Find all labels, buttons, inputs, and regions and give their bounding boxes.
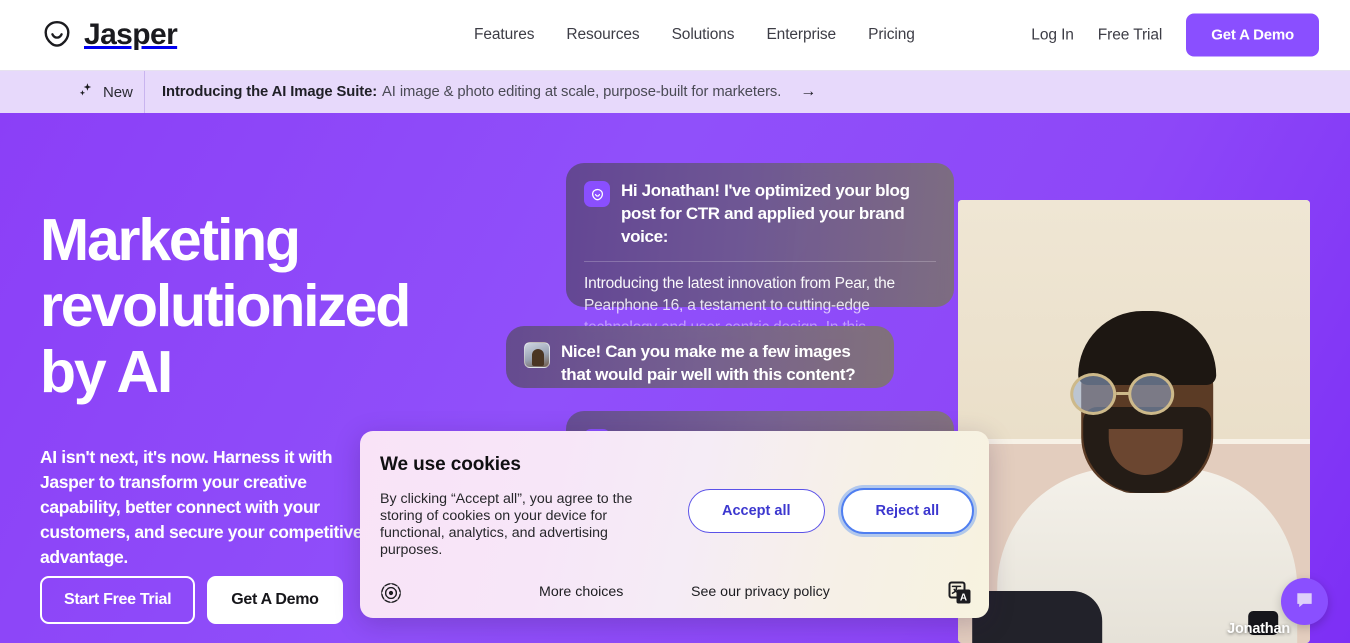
jasper-avatar-icon	[584, 181, 610, 207]
photo-person-jonathan	[972, 311, 1310, 643]
hero-get-a-demo-button[interactable]: Get A Demo	[207, 576, 343, 624]
hero-cta-group: Start Free Trial Get A Demo	[40, 576, 343, 624]
announcement-new-tag: New	[78, 82, 133, 102]
chat-bubble-icon	[1293, 588, 1316, 616]
reject-all-button[interactable]: Reject all	[840, 488, 975, 534]
eyeglasses-right-lens	[1128, 373, 1175, 415]
privacy-options-icon[interactable]	[380, 582, 402, 604]
accept-all-button[interactable]: Accept all	[688, 489, 825, 533]
sparkle-icon	[78, 82, 94, 102]
chat-widget-button[interactable]	[1281, 578, 1328, 625]
cookie-banner-footer: More choices See our privacy policy A	[360, 571, 989, 618]
hero-title: Marketing revolutionized by AI	[40, 207, 460, 405]
eyeglasses-left-lens	[1070, 373, 1117, 415]
translate-icon[interactable]: A	[948, 581, 972, 605]
announcement-banner[interactable]: New Introducing the AI Image Suite: AI i…	[0, 71, 1350, 113]
nav-right-actions: Log In Free Trial Get A Demo	[1031, 13, 1319, 57]
announcement-body: AI image & photo editing at scale, purpo…	[382, 84, 782, 100]
chat-bubble-user: Nice! Can you make me a few images that …	[506, 326, 894, 388]
cookie-banner-body: By clicking “Accept all”, you agree to t…	[380, 491, 633, 558]
hero-subtitle: AI isn't next, it's now. Harness it with…	[40, 447, 363, 567]
announcement-new-label: New	[103, 83, 133, 101]
cookie-banner-title: We use cookies	[380, 454, 521, 475]
nav-item-enterprise[interactable]: Enterprise	[766, 26, 836, 44]
arrow-right-icon: →	[800, 83, 817, 100]
privacy-policy-link[interactable]: See our privacy policy	[691, 584, 830, 600]
svg-text:A: A	[960, 592, 967, 603]
start-free-trial-button[interactable]: Start Free Trial	[40, 576, 196, 624]
nav-item-pricing[interactable]: Pricing	[868, 26, 915, 44]
jasper-smile-logo-icon	[40, 18, 74, 52]
chat-bubble-ai-primary: Hi Jonathan! I've optimized your blog po…	[566, 163, 954, 336]
top-navigation-bar: Jasper Features Resources Solutions Ente…	[0, 0, 1350, 71]
login-link[interactable]: Log In	[1031, 26, 1074, 44]
hero-title-line-3: by AI	[40, 339, 173, 405]
brand-name: Jasper	[84, 18, 178, 51]
announcement-headline: Introducing the AI Image Suite:	[162, 84, 378, 100]
announcement-divider	[144, 71, 145, 113]
hero-title-line-1: Marketing	[40, 207, 301, 273]
chat-bubble-user-text: Nice! Can you make me a few images that …	[561, 342, 856, 384]
user-avatar-icon	[524, 342, 550, 368]
chat-bubble-divider	[584, 261, 936, 262]
chat-bubble-ai-primary-text: Hi Jonathan! I've optimized your blog po…	[621, 181, 910, 246]
cookie-consent-banner: We use cookies By clicking “Accept all”,…	[360, 431, 989, 618]
nav-item-features[interactable]: Features	[474, 26, 534, 44]
free-trial-link[interactable]: Free Trial	[1098, 26, 1163, 44]
nav-item-solutions[interactable]: Solutions	[672, 26, 735, 44]
hero-photo-panel: Jonathan	[958, 200, 1310, 643]
get-a-demo-button[interactable]: Get A Demo	[1186, 13, 1319, 57]
nav-item-resources[interactable]: Resources	[566, 26, 639, 44]
hero-title-line-2: revolutionized	[40, 273, 411, 339]
more-choices-link[interactable]: More choices	[539, 584, 623, 600]
announcement-message[interactable]: Introducing the AI Image Suite: AI image…	[162, 83, 817, 101]
brand-logo-link[interactable]: Jasper	[40, 18, 178, 52]
hero-copy: Marketing revolutionized by AI	[40, 207, 460, 405]
cookie-banner-actions: Accept all Reject all	[688, 488, 975, 534]
photo-caption: Jonathan	[1227, 621, 1290, 637]
main-nav-links: Features Resources Solutions Enterprise …	[474, 26, 915, 44]
